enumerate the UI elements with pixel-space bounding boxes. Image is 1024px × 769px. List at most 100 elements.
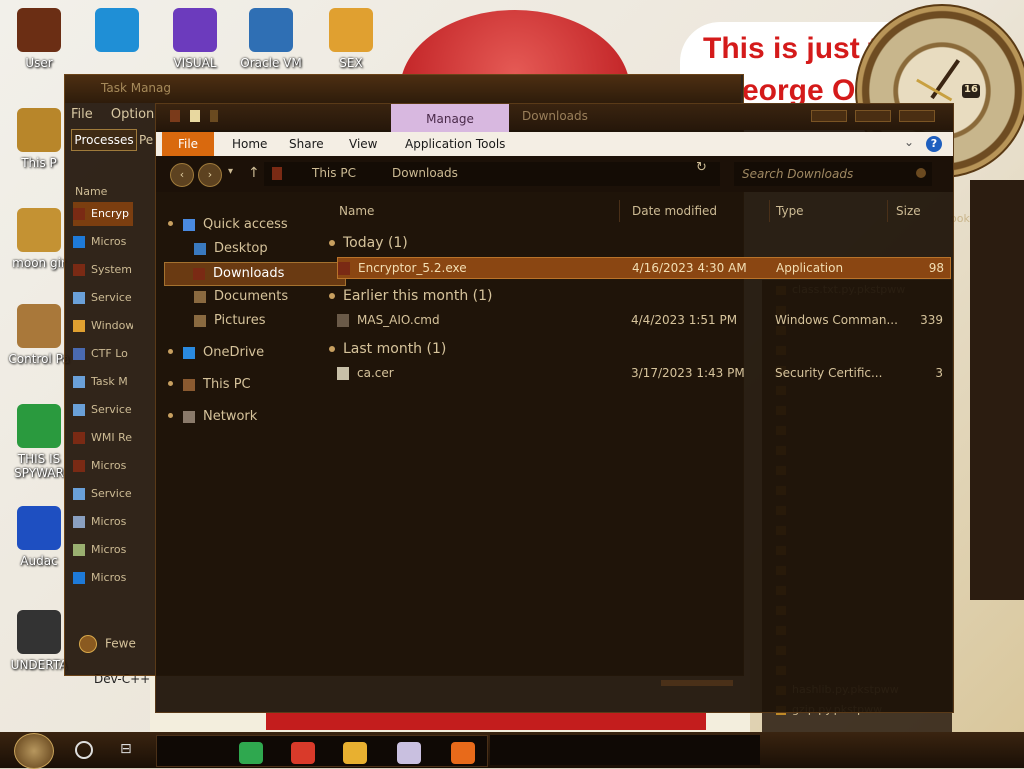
process-icon (73, 488, 85, 500)
nav-item-network[interactable]: Network (166, 406, 316, 428)
desktop-app-icon (17, 404, 61, 448)
breadcrumb-this-pc[interactable]: This PC (312, 166, 356, 180)
desktop-icon[interactable]: Oracle VM (232, 8, 310, 70)
window-controls (811, 110, 946, 124)
expand-arrow-icon[interactable] (168, 381, 173, 386)
group-header[interactable]: Earlier this month (1) (329, 285, 493, 307)
column-header-name[interactable]: Name (75, 185, 107, 198)
file-explorer-window[interactable]: Manage Downloads File Home Share View Ap… (155, 103, 954, 713)
process-name: Service (91, 291, 132, 304)
up-button[interactable]: ↑ (248, 165, 260, 181)
search-box[interactable]: Search Downloads (734, 162, 932, 186)
column-header-date-modified[interactable]: Date modified (632, 200, 717, 222)
paint-icon[interactable] (397, 742, 421, 764)
taskbar-tray-area (490, 735, 760, 765)
column-header-name[interactable]: Name (339, 200, 374, 222)
process-row[interactable]: Micros (73, 538, 133, 562)
expand-arrow-icon[interactable] (168, 413, 173, 418)
group-label: Last month (1) (343, 341, 447, 357)
process-row[interactable]: Micros (73, 566, 133, 590)
desktop-app-icon (17, 506, 61, 550)
file-type: Security Certific... (775, 366, 883, 380)
maximize-button[interactable] (855, 110, 891, 122)
process-row[interactable]: Micros (73, 230, 133, 254)
tab-file[interactable]: File (162, 132, 214, 156)
group-header[interactable]: Today (1) (329, 232, 408, 254)
properties-icon[interactable] (170, 110, 180, 122)
tab-manage[interactable]: Manage (391, 104, 509, 132)
process-icon (73, 320, 85, 332)
column-separator (619, 200, 620, 222)
process-row[interactable]: Task M (73, 370, 133, 394)
desktop-icon[interactable]: VISUAL (156, 8, 234, 70)
menu-options[interactable]: Options (111, 107, 161, 122)
fewer-details-button[interactable]: Fewe (79, 635, 136, 653)
breadcrumb-downloads[interactable]: Downloads (392, 166, 458, 180)
notes-app-icon[interactable] (239, 742, 263, 764)
help-button[interactable]: ? (926, 136, 942, 152)
process-row[interactable]: System (73, 258, 133, 282)
tab-processes[interactable]: Processes (71, 129, 137, 151)
process-row[interactable]: Micros (73, 454, 133, 478)
ribbon-expand-chevron-icon[interactable]: ⌄ (904, 135, 914, 149)
nav-item-quick-access[interactable]: Quick access (166, 214, 316, 236)
nav-item-onedrive[interactable]: OneDrive (166, 342, 316, 364)
process-row[interactable]: CTF Lo (73, 342, 133, 366)
nav-item-downloads[interactable]: Downloads (164, 262, 346, 286)
start-button[interactable] (14, 733, 54, 769)
column-header-type[interactable]: Type (776, 200, 804, 222)
desktop-icon[interactable]: User (0, 8, 78, 70)
collapse-arrow-icon[interactable] (329, 346, 335, 352)
horizontal-scrollbar[interactable] (661, 680, 733, 686)
nav-item-pictures[interactable]: Pictures (166, 310, 344, 332)
desktop-icon[interactable] (78, 8, 156, 56)
expand-arrow-icon[interactable] (168, 349, 173, 354)
chevron-down-icon[interactable] (210, 110, 218, 122)
search-magnifier-icon[interactable] (451, 742, 475, 764)
chrome-icon[interactable] (291, 742, 315, 764)
address-bar[interactable]: This PC Downloads ▾ (264, 162, 779, 186)
red-wallpaper-bar (266, 712, 706, 730)
nav-item-label: Documents (214, 289, 289, 304)
search-icon (916, 168, 926, 178)
process-icon (73, 544, 85, 556)
recent-locations-chevron-icon[interactable]: ▾ (228, 166, 233, 177)
process-row[interactable]: Service (73, 482, 133, 506)
task-view-icon[interactable]: ⊟ (120, 741, 138, 757)
desktop-icon-label: Oracle VM (240, 56, 302, 70)
minimize-button[interactable] (811, 110, 847, 122)
nav-item-desktop[interactable]: Desktop (166, 238, 344, 260)
file-row[interactable]: MAS_AIO.cmd 4/4/2023 1:51 PM Windows Comma… (337, 310, 949, 330)
file-row[interactable]: Encryptor_5.2.exe 4/16/2023 4:30 AM Applic… (337, 257, 951, 279)
process-row[interactable]: WMI Re (73, 426, 133, 450)
back-button[interactable]: ‹ (170, 163, 194, 187)
process-row[interactable]: Encryp (73, 202, 133, 226)
tab-home[interactable]: Home (232, 132, 267, 156)
process-row[interactable]: Service (73, 286, 133, 310)
process-row[interactable]: Window (73, 314, 133, 338)
process-row[interactable]: Micros (73, 510, 133, 534)
expand-arrow-icon[interactable] (168, 221, 173, 226)
close-button[interactable] (899, 110, 935, 122)
forward-button[interactable]: › (198, 163, 222, 187)
nav-item-documents[interactable]: Documents (166, 286, 344, 308)
collapse-arrow-icon[interactable] (329, 240, 335, 246)
tab-share[interactable]: Share (289, 132, 324, 156)
file-row[interactable]: ca.cer 3/17/2023 1:43 PM Security Certific… (337, 363, 949, 383)
refresh-button[interactable]: ↻ (696, 160, 707, 175)
new-folder-icon[interactable] (190, 110, 200, 122)
collapse-arrow-icon[interactable] (329, 293, 335, 299)
cortana-icon[interactable] (75, 741, 93, 759)
process-row[interactable]: Service (73, 398, 133, 422)
group-header[interactable]: Last month (1) (329, 338, 446, 360)
file-explorer-icon[interactable] (343, 742, 367, 764)
tab-view[interactable]: View (349, 132, 377, 156)
column-header-size[interactable]: Size (896, 200, 921, 222)
file-icon (337, 367, 349, 380)
address-toolbar: ‹ › ▾ ↑ This PC Downloads ▾ ↻ Search Dow… (156, 156, 953, 192)
tab-application-tools[interactable]: Application Tools (405, 132, 505, 156)
menu-file[interactable]: File (71, 107, 93, 122)
desktop-icon[interactable]: SEX (312, 8, 390, 70)
nav-item-label: Desktop (214, 241, 268, 256)
nav-item-this-pc[interactable]: This PC (166, 374, 316, 396)
